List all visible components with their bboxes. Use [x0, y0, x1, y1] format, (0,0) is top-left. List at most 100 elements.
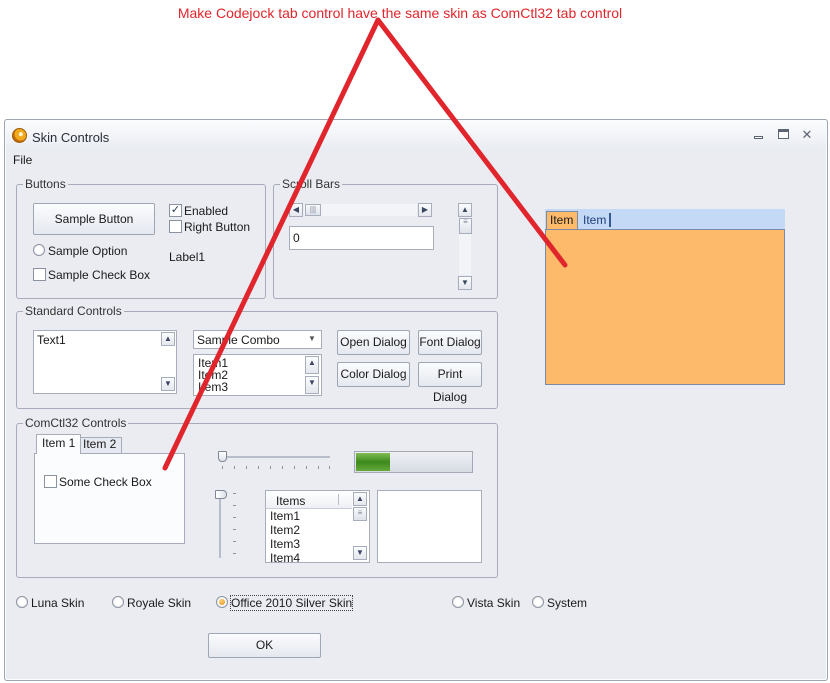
- skin-radio-luna[interactable]: [16, 596, 28, 608]
- sample-option-label: Sample Option: [48, 244, 128, 258]
- list-view-header[interactable]: Items: [266, 491, 352, 509]
- hscroll-thumb[interactable]: |||: [305, 204, 321, 216]
- comctl32-controls-legend: ComCtl32 Controls: [23, 416, 129, 430]
- skin-radio-royale[interactable]: [112, 596, 124, 608]
- skin-radio-vista[interactable]: [452, 596, 464, 608]
- trackbar-thumb[interactable]: [218, 451, 227, 462]
- sample-combo[interactable]: Sample Combo ▼: [193, 330, 322, 349]
- color-dialog-button[interactable]: Color Dialog: [337, 362, 410, 387]
- sample-option-radio[interactable]: [33, 244, 45, 256]
- trackbar-tick: [294, 466, 295, 469]
- some-check-box[interactable]: [44, 475, 57, 488]
- skin-label-royale: Royale Skin: [127, 596, 192, 610]
- skin-label-luna: Luna Skin: [31, 596, 85, 610]
- list-view-scroll-down[interactable]: ▼: [353, 546, 367, 560]
- print-dialog-button[interactable]: Print Dialog: [418, 362, 482, 404]
- list-view-scroll-thumb[interactable]: ≡: [353, 507, 367, 521]
- vertical-trackbar[interactable]: [215, 490, 239, 558]
- comctl32-tab-page: Some Check Box: [34, 453, 185, 544]
- horizontal-trackbar[interactable]: [218, 451, 330, 473]
- sample-check-box[interactable]: [33, 268, 46, 281]
- open-dialog-button[interactable]: Open Dialog: [337, 330, 410, 355]
- codejock-tab-bar: Item Item: [545, 209, 785, 229]
- comctl32-tab-item-1[interactable]: Item 1: [36, 434, 82, 454]
- trackbar-tick: [234, 466, 235, 469]
- vtrackbar-thumb[interactable]: [215, 490, 227, 499]
- close-button[interactable]: ✕: [800, 127, 814, 142]
- annotation-text: Make Codejock tab control have the same …: [177, 5, 623, 21]
- hscroll-left-button[interactable]: ◀: [289, 203, 303, 217]
- text1-value: Text1: [37, 333, 66, 347]
- font-dialog-button[interactable]: Font Dialog: [418, 330, 482, 355]
- vtrackbar-channel: [219, 490, 221, 558]
- skin-radio-system[interactable]: [532, 596, 544, 608]
- sample-check-label: Sample Check Box: [48, 268, 151, 282]
- maximize-button[interactable]: [778, 129, 792, 141]
- list-view-item[interactable]: Item1: [270, 510, 300, 522]
- app-icon: [12, 128, 27, 143]
- skin-radio-office2010[interactable]: [216, 596, 228, 608]
- list-view-scroll-up[interactable]: ▲: [353, 492, 367, 506]
- enabled-check-box[interactable]: ✓: [169, 204, 182, 217]
- buttons-group: Buttons Sample Button Sample Option Samp…: [16, 177, 266, 299]
- enabled-label: Enabled: [184, 204, 229, 218]
- scroll-value-field[interactable]: 0: [289, 226, 434, 250]
- menu-file[interactable]: File: [13, 153, 32, 167]
- trackbar-tick: [270, 466, 271, 469]
- vscroll-down-button[interactable]: ▼: [458, 276, 472, 290]
- vscroll-thumb[interactable]: ≡: [459, 218, 472, 234]
- close-icon: ✕: [801, 127, 813, 142]
- text1-field[interactable]: Text1 ▲ ▼: [33, 330, 177, 394]
- items-list-view[interactable]: Items Item1 Item2 Item3 Item4 ▲ ≡ ▼: [265, 490, 370, 563]
- trackbar-tick: [329, 466, 330, 469]
- text1-scroll-down[interactable]: ▼: [161, 377, 175, 391]
- vscroll-up-button[interactable]: ▲: [458, 203, 472, 217]
- codejock-tab-item-2[interactable]: Item: [580, 213, 612, 227]
- list-scroll-up[interactable]: ▲: [305, 356, 319, 374]
- standard-controls-legend: Standard Controls: [23, 304, 124, 318]
- codejock-tab-item-1[interactable]: Item: [547, 213, 576, 227]
- trackbar-tick: [282, 466, 283, 469]
- vtrackbar-tick: [233, 493, 236, 494]
- hscroll-right-button[interactable]: ▶: [418, 203, 432, 217]
- scroll-value-text: 0: [293, 231, 300, 245]
- window-title: Skin Controls: [32, 130, 110, 145]
- sample-combo-value: Sample Combo: [197, 333, 280, 347]
- trackbar-tick: [222, 466, 223, 469]
- title-bar[interactable]: Skin Controls ✕: [6, 121, 826, 150]
- text1-scroll-up[interactable]: ▲: [161, 332, 175, 346]
- comctl32-controls-group: ComCtl32 Controls Some Check Box Item 1 …: [16, 416, 498, 578]
- vtrackbar-tick: [233, 517, 236, 518]
- list-view-item[interactable]: Item4: [270, 552, 300, 562]
- progress-fill: [356, 453, 390, 471]
- list-view-item[interactable]: Item3: [270, 538, 300, 550]
- buttons-group-legend: Buttons: [23, 177, 68, 191]
- sample-list-box[interactable]: Item1 Item2 Item3 ▲ ▼: [193, 354, 322, 396]
- trackbar-tick: [258, 466, 259, 469]
- list-item[interactable]: Item3: [198, 381, 228, 393]
- minimize-icon: [754, 136, 763, 139]
- comctl32-tab-item-2[interactable]: Item 2: [77, 437, 123, 453]
- trackbar-tick: [246, 466, 247, 469]
- list-view-header-label: Items: [276, 494, 306, 508]
- empty-list-box[interactable]: [377, 490, 482, 563]
- trackbar-tick: [318, 466, 319, 469]
- trackbar-channel: [218, 456, 330, 458]
- vtrackbar-tick: [233, 505, 236, 506]
- vtrackbar-tick: [233, 529, 236, 530]
- menu-bar: File: [6, 150, 826, 170]
- ok-button[interactable]: OK: [208, 633, 321, 658]
- standard-controls-group: Standard Controls Text1 ▲ ▼ Sample Combo…: [16, 304, 498, 409]
- vtrackbar-tick: [233, 553, 236, 554]
- skin-label-vista: Vista Skin: [467, 596, 521, 610]
- list-scroll-down[interactable]: ▼: [305, 376, 319, 394]
- some-check-box-label: Some Check Box: [59, 475, 152, 489]
- right-button-check-box[interactable]: [169, 220, 182, 233]
- sample-button[interactable]: Sample Button: [33, 203, 155, 235]
- minimize-button[interactable]: [754, 129, 768, 141]
- list-view-item[interactable]: Item2: [270, 524, 300, 536]
- maximize-icon: [778, 129, 789, 139]
- codejock-tab-page: [545, 229, 785, 385]
- skin-controls-window: Skin Controls ✕ File Buttons Sample Butt…: [4, 119, 828, 681]
- header-divider: [338, 494, 339, 505]
